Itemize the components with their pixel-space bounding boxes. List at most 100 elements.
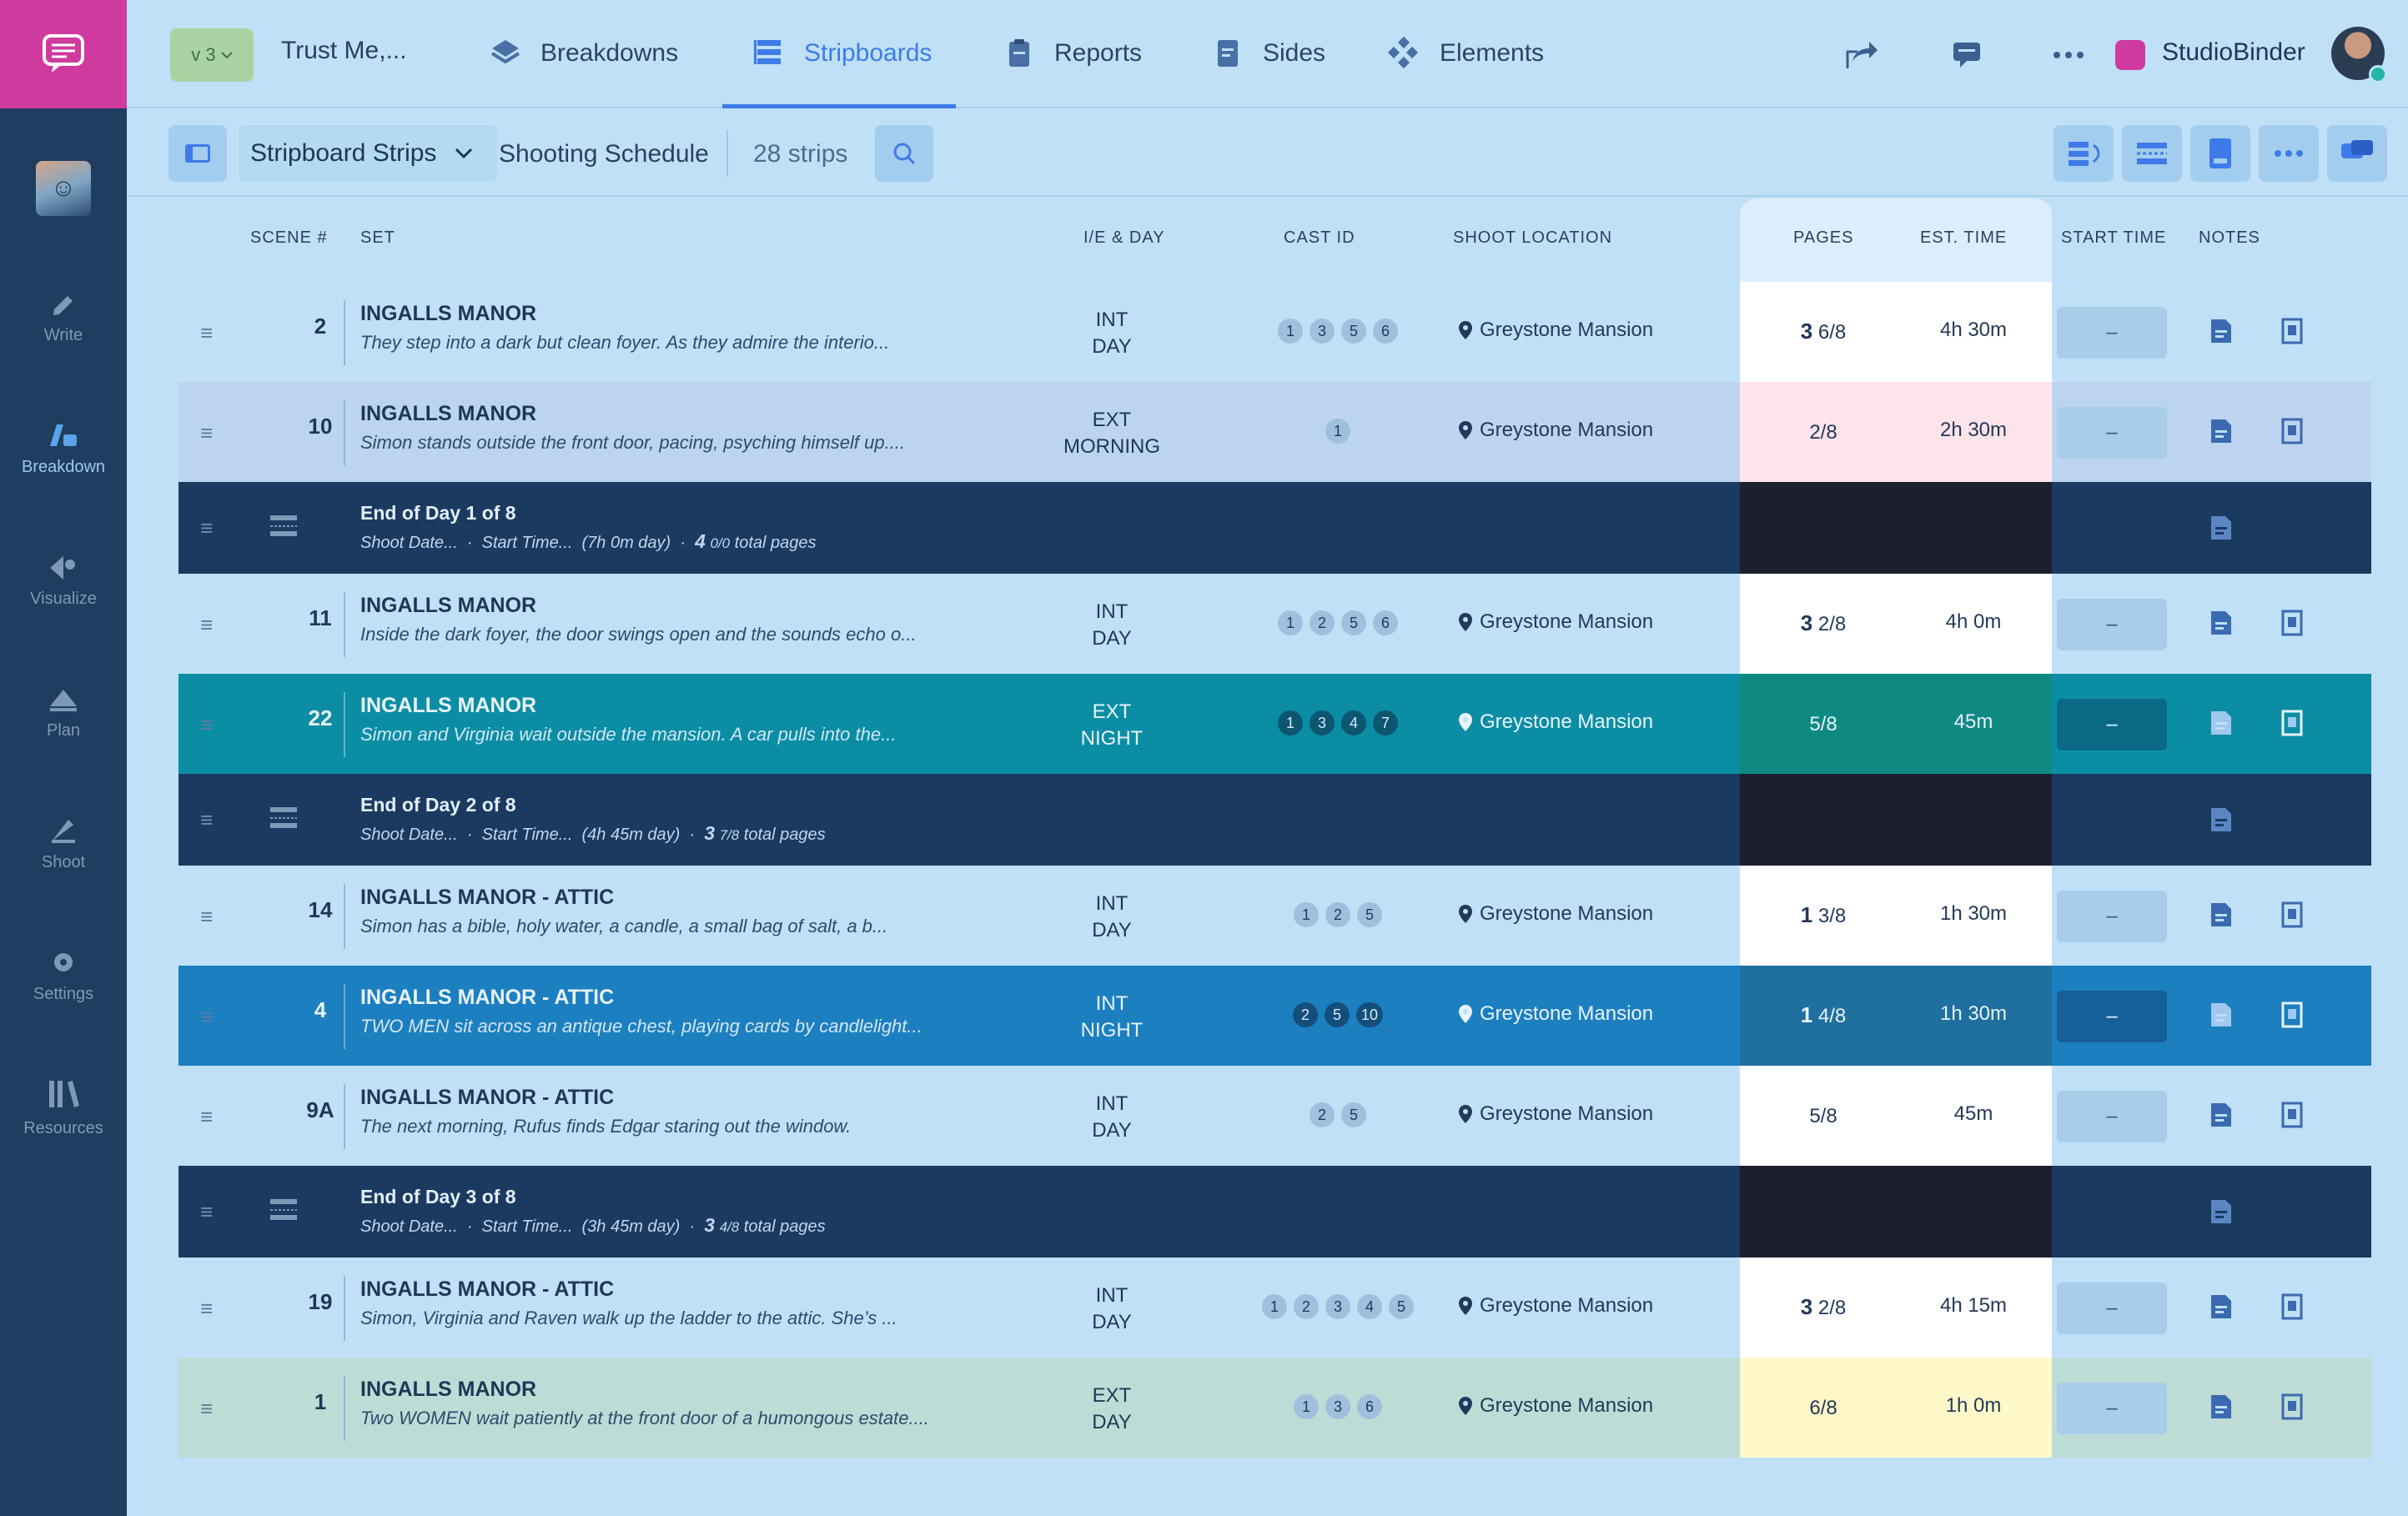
scene-strip[interactable]: ≡ 4 INGALLS MANOR - ATTIC TWO MEN sit ac… [178,966,2371,1066]
shoot-date[interactable]: Shoot Date... [360,534,458,552]
version-badge[interactable]: v 3 [170,28,254,82]
col-header-notes[interactable]: NOTES [2199,228,2260,248]
start-time-field[interactable]: – [2057,699,2167,750]
sides-button[interactable] [2280,709,2304,741]
notes-button[interactable] [2209,1101,2234,1133]
notes-button[interactable] [2209,317,2234,349]
nav-resources[interactable]: Resources [0,1057,127,1157]
start-time-field[interactable]: – [2057,599,2167,650]
notes-button[interactable] [2209,1393,2234,1425]
start-time-field[interactable]: – [2057,307,2167,359]
shoot-location[interactable]: Greystone Mansion [1458,419,1653,442]
notes-button[interactable] [2209,1197,2234,1230]
shoot-location[interactable]: Greystone Mansion [1458,1294,1653,1318]
drag-handle-icon[interactable]: ≡ [200,904,213,930]
nav-shoot[interactable]: Shoot [0,794,127,894]
shoot-location[interactable]: Greystone Mansion [1458,1002,1653,1026]
col-header-location[interactable]: SHOOT LOCATION [1453,228,1612,248]
start-time-field[interactable]: – [2057,891,2167,942]
drag-handle-icon[interactable]: ≡ [200,320,213,346]
shoot-location[interactable]: Greystone Mansion [1458,1102,1653,1126]
sides-button[interactable] [2280,417,2304,449]
notes-button[interactable] [2209,417,2234,449]
day-break-strip[interactable]: ≡ End of Day 1 of 8 Shoot Date... · Star… [178,482,2371,574]
workspace-name[interactable]: StudioBinder [2162,38,2305,67]
studiobinder-logo[interactable] [0,0,127,108]
col-header-start-time[interactable]: START TIME [2061,228,2166,248]
notes-button[interactable] [2209,709,2234,741]
sides-button[interactable] [2280,1101,2304,1133]
schedule-name[interactable]: Shooting Schedule [499,140,709,168]
shoot-date[interactable]: Shoot Date... [360,826,458,844]
scene-strip[interactable]: ≡ 11 INGALLS MANOR Inside the dark foyer… [178,574,2371,674]
add-day-break-button[interactable] [2122,125,2182,182]
day-start-time[interactable]: Start Time... [482,826,573,844]
scene-strip[interactable]: ≡ 2 INGALLS MANOR They step into a dark … [178,282,2371,382]
project-title[interactable]: Trust Me,... [281,37,407,65]
more-options-button[interactable] [2259,125,2319,182]
tab-breakdowns[interactable]: Breakdowns [489,28,678,78]
project-avatar[interactable]: ☺ [36,161,91,216]
more-menu-button[interactable] [2047,33,2090,77]
nav-write[interactable]: Write [0,267,127,367]
start-time-field[interactable]: – [2057,1283,2167,1334]
day-start-time[interactable]: Start Time... [482,534,573,552]
drag-handle-icon[interactable]: ≡ [200,807,213,833]
chat-button[interactable] [2327,125,2387,182]
tab-reports[interactable]: Reports [1003,28,1142,78]
scene-strip[interactable]: ≡ 9A INGALLS MANOR - ATTIC The next morn… [178,1066,2371,1166]
drag-handle-icon[interactable]: ≡ [200,1396,213,1422]
notes-button[interactable] [2209,806,2234,838]
nav-plan[interactable]: Plan [0,662,127,762]
notes-button[interactable] [2209,514,2234,546]
drag-handle-icon[interactable]: ≡ [200,515,213,541]
start-time-field[interactable]: – [2057,407,2167,459]
day-start-time[interactable]: Start Time... [482,1217,573,1236]
notes-button[interactable] [2209,1293,2234,1325]
col-header-scene[interactable]: SCENE # [250,228,328,248]
shoot-location[interactable]: Greystone Mansion [1458,610,1653,634]
start-time-field[interactable]: – [2057,991,2167,1042]
col-header-est-time[interactable]: EST. TIME [1920,228,2007,248]
sides-button[interactable] [2280,1001,2304,1033]
drag-handle-icon[interactable]: ≡ [200,1199,213,1225]
sides-button[interactable] [2280,317,2304,349]
col-header-pages[interactable]: PAGES [1793,228,1853,248]
tab-stripboards[interactable]: Stripboards [752,28,932,78]
shoot-location[interactable]: Greystone Mansion [1458,902,1653,926]
sides-button[interactable] [2280,1393,2304,1425]
export-pdf-button[interactable] [2190,125,2250,182]
drag-handle-icon[interactable]: ≡ [200,1004,213,1030]
shoot-location[interactable]: Greystone Mansion [1458,1394,1653,1418]
auto-schedule-button[interactable] [2054,125,2114,182]
col-header-ie-day[interactable]: I/E & DAY [1083,228,1165,248]
start-time-field[interactable]: – [2057,1383,2167,1434]
scene-strip[interactable]: ≡ 10 INGALLS MANOR Simon stands outside … [178,382,2371,482]
strip-view-dropdown[interactable]: Stripboard Strips [239,125,497,182]
sides-button[interactable] [2280,609,2304,641]
scene-strip[interactable]: ≡ 14 INGALLS MANOR - ATTIC Simon has a b… [178,866,2371,966]
sides-button[interactable] [2280,1293,2304,1325]
shoot-location[interactable]: Greystone Mansion [1458,710,1653,734]
day-break-strip[interactable]: ≡ End of Day 2 of 8 Shoot Date... · Star… [178,774,2371,866]
shoot-date[interactable]: Shoot Date... [360,1217,458,1236]
nav-visualize[interactable]: Visualize [0,530,127,630]
notes-button[interactable] [2209,609,2234,641]
nav-settings[interactable]: Settings [0,926,127,1026]
scene-strip[interactable]: ≡ 19 INGALLS MANOR - ATTIC Simon, Virgin… [178,1257,2371,1358]
drag-handle-icon[interactable]: ≡ [200,712,213,738]
col-header-set[interactable]: SET [360,228,395,248]
share-button[interactable] [1840,33,1883,77]
sidebar-toggle-button[interactable] [168,125,227,182]
drag-handle-icon[interactable]: ≡ [200,1296,213,1322]
shoot-location[interactable]: Greystone Mansion [1458,319,1653,342]
notes-button[interactable] [2209,1001,2234,1033]
day-break-strip[interactable]: ≡ End of Day 3 of 8 Shoot Date... · Star… [178,1166,2371,1257]
tab-elements[interactable]: Elements [1385,28,1544,78]
drag-handle-icon[interactable]: ≡ [200,420,213,446]
tab-sides[interactable]: Sides [1211,28,1325,78]
start-time-field[interactable]: – [2057,1091,2167,1142]
scene-strip[interactable]: ≡ 22 INGALLS MANOR Simon and Virginia wa… [178,674,2371,774]
comments-button[interactable] [1945,33,1988,77]
scene-strip[interactable]: ≡ 1 INGALLS MANOR Two WOMEN wait patient… [178,1358,2371,1458]
